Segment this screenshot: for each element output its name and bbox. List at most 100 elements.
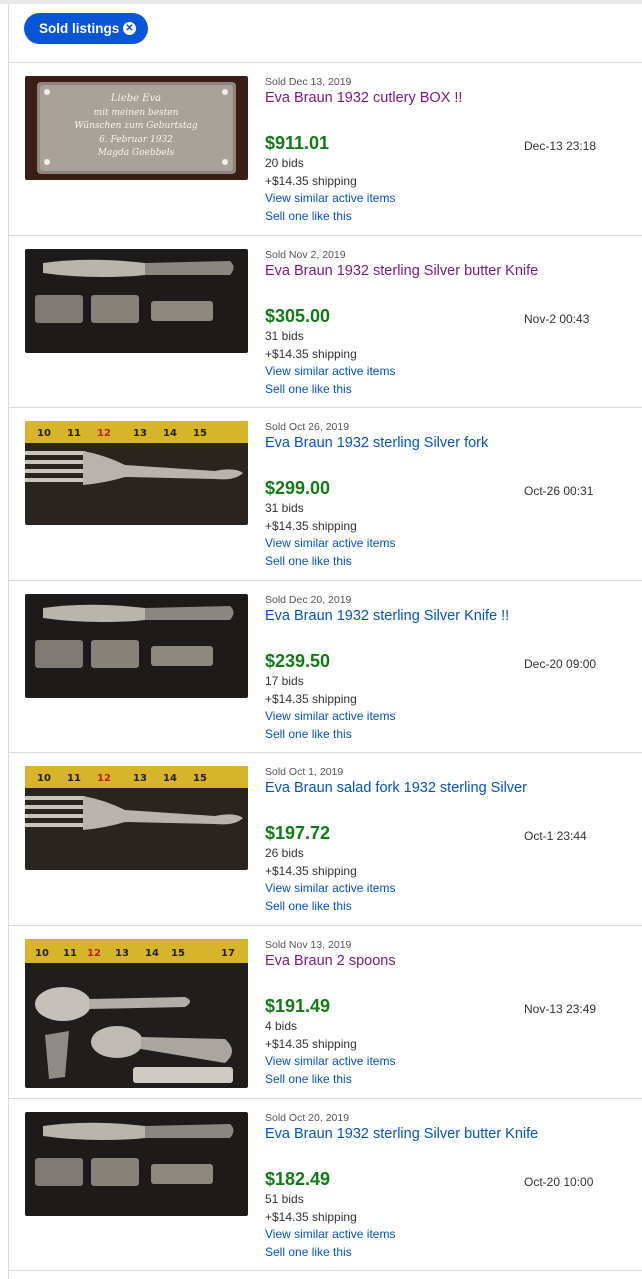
view-similar-link[interactable]: View similar active items xyxy=(265,1054,395,1068)
shipping-cost: +$14.35 shipping xyxy=(265,519,357,534)
shipping-cost: +$14.35 shipping xyxy=(265,864,357,879)
sell-one-like-this-link[interactable]: Sell one like this xyxy=(265,382,352,396)
listing-thumbnail[interactable] xyxy=(25,248,248,353)
svg-text:12: 12 xyxy=(87,948,101,959)
thumbnail-photo: 10 11 13 14 15 12 xyxy=(25,421,248,526)
end-time: Dec-20 09:00 xyxy=(524,656,597,671)
listing-title-link[interactable]: Eva Braun 1932 sterling Silver fork xyxy=(265,435,488,451)
bid-count: 4 bids xyxy=(265,1018,298,1033)
sell-one-like-this-link[interactable]: Sell one like this xyxy=(265,1245,352,1259)
listing-thumbnail[interactable] xyxy=(25,593,248,698)
svg-text:12: 12 xyxy=(97,773,111,784)
thumbnail-photo: 10 11 13 14 15 17 12 xyxy=(25,938,248,1088)
sold-listings-filter-chip[interactable]: Sold listings ✕ xyxy=(24,13,148,44)
sold-price: $191.49 xyxy=(265,995,331,1016)
listing-title-link[interactable]: Eva Braun 1932 sterling Silver Knife !! xyxy=(265,608,509,624)
view-similar-link[interactable]: View similar active items xyxy=(265,536,395,550)
top-divider xyxy=(0,0,642,4)
bid-count: 20 bids xyxy=(265,156,304,170)
view-similar-link[interactable]: View similar active items xyxy=(265,1227,395,1241)
shipping-cost: +$14.35 shipping xyxy=(265,174,357,188)
close-circle-icon[interactable]: ✕ xyxy=(123,22,136,35)
listing-thumbnail[interactable]: 10 11 13 14 15 17 12 xyxy=(25,938,248,1088)
bid-count: 26 bids xyxy=(265,846,304,861)
thumbnail-photo xyxy=(25,248,248,353)
engraving-line: 6. Februar 1932 xyxy=(99,135,173,145)
sell-one-like-this-link[interactable]: Sell one like this xyxy=(265,899,352,913)
sold-date: Sold Oct 26, 2019 xyxy=(265,421,350,434)
listing-thumbnail[interactable] xyxy=(25,1111,248,1216)
thumbnail-photo xyxy=(25,593,248,698)
filter-bar: Sold listings ✕ xyxy=(9,5,642,62)
sold-date: Sold Nov 13, 2019 xyxy=(265,938,352,951)
thumbnail-photo: Liebe Eva mit meinen besten Wünschen zum G… xyxy=(25,76,248,180)
listing-item: Sold Dec 20, 2019 Eva Braun 1932 sterlin… xyxy=(9,579,642,753)
view-similar-link[interactable]: View similar active items xyxy=(265,191,395,205)
sold-price: $239.50 xyxy=(265,650,331,671)
ruler-number: 13 xyxy=(133,428,147,439)
sell-one-like-this-link[interactable]: Sell one like this xyxy=(265,727,352,741)
listing-item: Sold Oct 20, 2019 Eva Braun 1932 sterlin… xyxy=(9,1097,642,1271)
engraving-line: mit meinen besten xyxy=(94,108,179,118)
ruler-number: 11 xyxy=(67,773,81,784)
view-similar-link[interactable]: View similar active items xyxy=(265,364,395,378)
listing-title-link[interactable]: Eva Braun 1932 sterling Silver butter Kn… xyxy=(265,1126,538,1142)
listing-item: 10 11 13 14 15 17 12 Sold Nov 13, 2019 Eva Bra… xyxy=(9,924,642,1098)
engraving-line: Magda Goebbels xyxy=(97,148,175,158)
bottom-divider xyxy=(9,1270,642,1271)
sold-date: Sold Oct 20, 2019 xyxy=(265,1111,350,1124)
ruler-number: 15 xyxy=(193,428,207,439)
ruler-number: 13 xyxy=(133,773,147,784)
ruler-number: 10 xyxy=(37,428,51,439)
shipping-cost: +$14.35 shipping xyxy=(265,1209,357,1224)
listing-title-link[interactable]: Eva Braun 1932 cutlery BOX !! xyxy=(265,90,462,106)
sold-price: $182.49 xyxy=(265,1168,331,1189)
end-time: Nov-2 00:43 xyxy=(524,311,590,326)
listing-title-link[interactable]: Eva Braun 2 spoons xyxy=(265,953,396,969)
sell-one-like-this-link[interactable]: Sell one like this xyxy=(265,1072,352,1086)
sold-date: Sold Oct 1, 2019 xyxy=(265,766,344,779)
end-time: Oct-1 23:44 xyxy=(524,829,587,844)
shipping-cost: +$14.35 shipping xyxy=(265,1036,357,1051)
ruler-number: 10 xyxy=(37,773,51,784)
sold-date: Sold Dec 13, 2019 xyxy=(265,76,352,88)
ruler-number: 15 xyxy=(193,773,207,784)
ruler-number: 10 xyxy=(35,948,49,959)
listing-thumbnail[interactable]: Liebe Eva mit meinen besten Wünschen zum G… xyxy=(25,76,248,180)
listing-title-link[interactable]: Eva Braun salad fork 1932 sterling Silve… xyxy=(265,780,527,796)
ruler-number: 15 xyxy=(171,948,185,959)
ruler-number: 13 xyxy=(115,948,129,959)
sold-date: Sold Dec 20, 2019 xyxy=(265,593,352,606)
listing-item: Sold Nov 2, 2019 Eva Braun 1932 sterling… xyxy=(9,234,642,408)
chip-label: Sold listings xyxy=(39,21,120,36)
listing-title-link[interactable]: Eva Braun 1932 sterling Silver butter Kn… xyxy=(265,263,538,279)
sold-listings-list: Liebe Eva mit meinen besten Wünschen zum G… xyxy=(9,62,642,1270)
sold-price: $911.01 xyxy=(265,133,330,153)
thumbnail-photo: 10 11 13 14 15 12 xyxy=(25,766,248,871)
bid-count: 31 bids xyxy=(265,328,304,343)
view-similar-link[interactable]: View similar active items xyxy=(265,881,395,895)
sold-price: $305.00 xyxy=(265,305,331,326)
thumbnail-photo xyxy=(25,1111,248,1216)
shipping-cost: +$14.35 shipping xyxy=(265,691,357,706)
bid-count: 17 bids xyxy=(265,673,304,688)
view-similar-link[interactable]: View similar active items xyxy=(265,709,395,723)
listing-item: Liebe Eva mit meinen besten Wünschen zum G… xyxy=(9,62,642,235)
sell-one-like-this-link[interactable]: Sell one like this xyxy=(265,209,352,223)
end-time: Nov-13 23:49 xyxy=(524,1001,597,1016)
end-time: Oct-20 10:00 xyxy=(524,1174,594,1189)
bid-count: 51 bids xyxy=(265,1191,304,1206)
ruler-number: 11 xyxy=(63,948,77,959)
sell-one-like-this-link[interactable]: Sell one like this xyxy=(265,554,352,568)
ruler-number: 17 xyxy=(221,948,235,959)
end-time: Oct-26 00:31 xyxy=(524,484,594,499)
sold-price: $197.72 xyxy=(265,823,331,844)
shipping-cost: +$14.35 shipping xyxy=(265,346,357,361)
engraving-line: Wünschen zum Geburtstag xyxy=(74,121,197,131)
listing-thumbnail[interactable]: 10 11 13 14 15 12 xyxy=(25,766,248,871)
ruler-number: 14 xyxy=(145,948,159,959)
listing-thumbnail[interactable]: 10 11 13 14 15 12 xyxy=(25,421,248,526)
listing-item: 10 11 13 14 15 12 Sold Oct 1, 2019 Eva Braun … xyxy=(9,752,642,925)
svg-text:12: 12 xyxy=(97,428,111,439)
listing-item: 10 11 13 14 15 12 Sold Oct 26, 2019 Eva Braun… xyxy=(9,407,642,580)
